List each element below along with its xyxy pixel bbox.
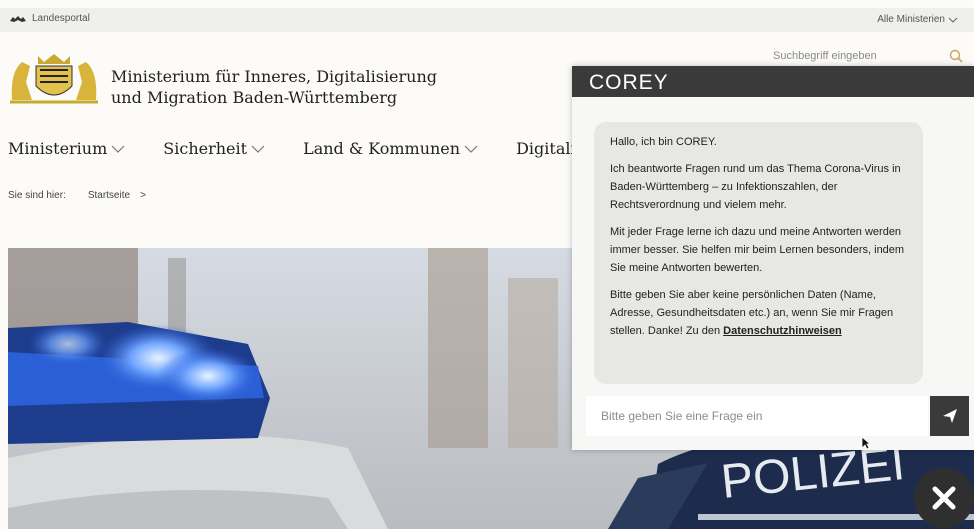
chevron-down-icon xyxy=(111,145,125,153)
nav-item-sicherheit[interactable]: Sicherheit xyxy=(163,139,265,158)
send-icon xyxy=(942,409,957,423)
chevron-down-icon xyxy=(948,17,958,23)
all-ministries-dropdown[interactable]: Alle Ministerien xyxy=(877,14,958,25)
nav-label: Ministerium xyxy=(8,139,108,158)
site-search[interactable]: Suchbegriff eingeben xyxy=(773,49,963,63)
landesportal-label: Landesportal xyxy=(32,13,90,24)
breadcrumb: Sie sind hier: Startseite > xyxy=(8,190,146,201)
landesportal-link[interactable]: Landesportal xyxy=(10,13,90,24)
privacy-link[interactable]: Datenschutzhinweisen xyxy=(723,325,842,337)
ministry-title-line2: und Migration Baden-Württemberg xyxy=(111,88,398,107)
mouse-cursor-icon xyxy=(861,436,871,450)
breadcrumb-prefix: Sie sind hier: xyxy=(8,190,66,201)
nav-item-ministerium[interactable]: Ministerium xyxy=(8,139,125,158)
all-ministries-label: Alle Ministerien xyxy=(877,14,945,25)
search-icon[interactable] xyxy=(949,49,963,63)
send-button[interactable] xyxy=(930,396,969,436)
nav-label: Sicherheit xyxy=(163,139,248,158)
breadcrumb-home[interactable]: Startseite xyxy=(88,190,130,201)
main-navigation: Ministerium Sicherheit Land & Kommunen D… xyxy=(8,139,637,158)
close-icon xyxy=(932,486,956,510)
message-text: Mit jeder Frage lerne ich dazu und meine… xyxy=(610,226,905,274)
search-placeholder[interactable]: Suchbegriff eingeben xyxy=(773,50,877,62)
nav-item-land-kommunen[interactable]: Land & Kommunen xyxy=(303,139,478,158)
chat-input-row xyxy=(586,396,969,436)
close-chat-button[interactable] xyxy=(914,468,974,528)
chevron-down-icon xyxy=(251,145,265,153)
lion-icon xyxy=(10,15,26,22)
ministry-title[interactable]: Ministerium für Inneres, Digitalisierung… xyxy=(111,66,437,108)
message-text: Ich beantworte Fragen rund um das Thema … xyxy=(610,163,901,211)
top-utility-bar: Landesportal Alle Ministerien xyxy=(0,8,974,32)
coat-of-arms-icon[interactable] xyxy=(8,52,100,106)
chat-header: COREY xyxy=(572,66,974,97)
bot-message-bubble: Hallo, ich bin COREY. Ich beantworte Fra… xyxy=(594,122,923,384)
message-text: Hallo, ich bin COREY. xyxy=(610,136,717,148)
breadcrumb-separator: > xyxy=(140,190,146,201)
ministry-title-line1: Ministerium für Inneres, Digitalisierung xyxy=(111,67,438,86)
corey-chat-window: COREY Hallo, ich bin COREY. Ich beantwor… xyxy=(572,66,974,450)
nav-label: Land & Kommunen xyxy=(303,139,461,158)
chat-title: COREY xyxy=(589,71,669,94)
question-input[interactable] xyxy=(586,396,928,436)
message-text: Bitte geben Sie aber keine persönlichen … xyxy=(610,286,907,340)
chevron-down-icon xyxy=(464,145,478,153)
